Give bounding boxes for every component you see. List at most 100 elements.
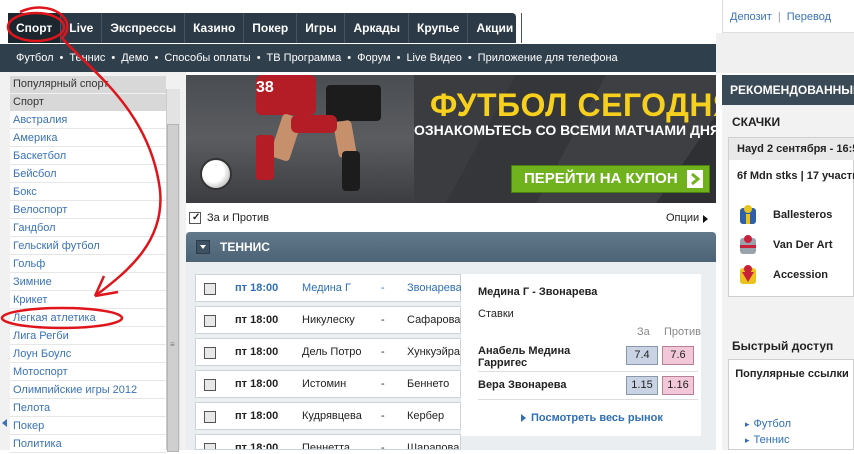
- match-time: пт 18:00: [235, 378, 279, 390]
- go-to-coupon-button[interactable]: ПЕРЕЙТИ НА КУПОН: [511, 165, 710, 193]
- tab-casino[interactable]: Казино: [185, 13, 245, 43]
- match-row[interactable]: пт 18:00 Кудрявцева - Кербер: [195, 402, 461, 430]
- runner-row[interactable]: Accession: [737, 264, 854, 288]
- quick-link-football[interactable]: ▸ Футбол: [745, 418, 791, 430]
- popular-links-header: Популярные ссылки: [735, 368, 849, 380]
- match-player-2: Сафарова: [407, 314, 461, 326]
- match-time: пт 18:00: [235, 282, 279, 294]
- odds-against-button[interactable]: 1.16: [662, 376, 694, 395]
- tab-live[interactable]: Live: [61, 13, 103, 43]
- race-header[interactable]: Hayd 2 сентября - 16:50: [729, 138, 854, 160]
- quick-link-tennis[interactable]: ▸ Теннис: [745, 434, 790, 446]
- deposit-link[interactable]: Депозит: [730, 11, 772, 23]
- odds-against-button[interactable]: 7.6: [662, 346, 694, 365]
- quick-access-box: Популярные ссылки ▸ Футбол ▸ Теннис: [728, 359, 854, 450]
- triangle-right-icon[interactable]: [703, 215, 708, 223]
- sub-navigation: Футбол • Теннис • Демо • Способы оплаты …: [0, 44, 716, 72]
- player-shorts: [291, 115, 337, 133]
- match-row[interactable]: пт 18:00 Истомин - Беннето: [195, 370, 461, 398]
- sport-item-olympics-2012[interactable]: Олимпийские игры 2012: [10, 381, 166, 399]
- match-checkbox[interactable]: [204, 443, 216, 449]
- subnav-phone-app[interactable]: Приложение для телефона: [478, 44, 618, 72]
- tab-games[interactable]: Игры: [297, 13, 346, 43]
- match-player-1: Истомин: [302, 378, 347, 390]
- match-row[interactable]: пт 18:00 Пеннетта - Шарапова: [195, 434, 461, 450]
- sport-item-america[interactable]: Америка: [10, 129, 166, 147]
- bullet-icon: ▸: [745, 435, 750, 445]
- match-time: пт 18:00: [235, 410, 279, 422]
- match-checkbox[interactable]: [204, 347, 216, 359]
- sport-item-rugby-league[interactable]: Лига Регби: [10, 327, 166, 345]
- match-row[interactable]: пт 18:00 Медина Г - Звонарева: [195, 274, 462, 302]
- subnav-football[interactable]: Футбол: [16, 44, 54, 72]
- sport-item-handball[interactable]: Гандбол: [10, 219, 166, 237]
- runner-name: Van Der Art: [773, 239, 833, 251]
- sidebar-scrollbar-thumb[interactable]: [167, 124, 179, 452]
- collapse-left-arrow-icon[interactable]: [2, 419, 7, 427]
- opponent-sock: [342, 151, 360, 191]
- runner-row[interactable]: Van Der Art: [737, 234, 854, 258]
- column-against-header: Против: [664, 326, 701, 338]
- tennis-header[interactable]: ТЕННИС: [186, 232, 716, 262]
- runner-row[interactable]: Ballesteros: [737, 204, 854, 228]
- match-row[interactable]: пт 18:00 Дель Потро - Хункуэйра: [195, 338, 461, 366]
- match-checkbox[interactable]: [204, 315, 216, 327]
- player-sock: [256, 135, 274, 180]
- subnav-tennis[interactable]: Теннис: [69, 44, 105, 72]
- subnav-separator: •: [59, 52, 64, 64]
- odds-for-button[interactable]: 7.4: [626, 346, 658, 365]
- bet-selection-name: Анабель Медина Гарригес: [478, 345, 571, 369]
- sport-item-baseball[interactable]: Бейсбол: [10, 165, 166, 183]
- sport-item-pelota[interactable]: Пелота: [10, 399, 166, 417]
- sport-item-winter[interactable]: Зимние: [10, 273, 166, 291]
- popular-sport-header[interactable]: Популярный спорт: [10, 76, 166, 93]
- odds-for-button[interactable]: 1.15: [626, 376, 658, 395]
- subnav-payment-methods[interactable]: Способы оплаты: [164, 44, 250, 72]
- subnav-tv-program[interactable]: ТВ Программа: [267, 44, 342, 72]
- sport-item-cricket[interactable]: Крикет: [10, 291, 166, 309]
- sport-item-basketball[interactable]: Баскетбол: [10, 147, 166, 165]
- tab-dealer[interactable]: Крупье: [409, 13, 469, 43]
- subnav-forum[interactable]: Форум: [357, 44, 390, 72]
- account-links: Депозит | Перевод: [730, 11, 831, 23]
- match-checkbox[interactable]: [204, 283, 216, 295]
- subnav-separator: •: [154, 52, 159, 64]
- match-dash: -: [381, 346, 385, 358]
- subnav-live-video[interactable]: Live Видео: [406, 44, 461, 72]
- banner-photo: 38: [186, 75, 414, 203]
- sport-item-gaelic-football[interactable]: Гельский футбол: [10, 237, 166, 255]
- subnav-demo[interactable]: Демо: [121, 44, 148, 72]
- pro-contra-checkbox[interactable]: ✓: [189, 212, 201, 224]
- tab-express[interactable]: Экспрессы: [102, 13, 186, 43]
- subnav-separator: •: [111, 52, 116, 64]
- collapse-toggle-icon[interactable]: [196, 240, 210, 254]
- sport-item-poker[interactable]: Покер: [10, 417, 166, 435]
- sport-item-lawn-bowls[interactable]: Лоун Боулс: [10, 345, 166, 363]
- options-menu[interactable]: Опции: [666, 212, 699, 224]
- tab-poker[interactable]: Покер: [244, 13, 298, 43]
- sport-item-golf[interactable]: Гольф: [10, 255, 166, 273]
- recommended-header: РЕКОМЕНДОВАННЫЕ: [722, 75, 854, 105]
- sport-item-athletics[interactable]: Легкая атлетика: [10, 309, 166, 327]
- tab-arcades[interactable]: Аркады: [345, 13, 409, 43]
- sport-item-cycling[interactable]: Велоспорт: [10, 201, 166, 219]
- match-checkbox[interactable]: [204, 411, 216, 423]
- tab-sport[interactable]: Спорт: [8, 13, 62, 43]
- sport-item-motorsport[interactable]: Мотоспорт: [10, 363, 166, 381]
- football-today-banner[interactable]: 38 ФУТБОЛ СЕГОДНЯ ОЗНАКОМЬТЕСЬ СО ВСЕМИ …: [186, 75, 716, 203]
- sport-list: Австралия Америка Баскетбол Бейсбол Бокс…: [10, 111, 166, 453]
- market-title: Медина Г - Звонарева: [478, 286, 598, 298]
- go-to-coupon-label: ПЕРЕЙТИ НА КУПОН: [524, 170, 678, 187]
- sport-item-australia[interactable]: Австралия: [10, 111, 166, 129]
- transfer-link[interactable]: Перевод: [787, 11, 831, 23]
- tab-promotions[interactable]: Акции: [468, 13, 523, 43]
- football-ball: [200, 158, 232, 190]
- sport-item-politics[interactable]: Политика: [10, 435, 166, 453]
- match-row[interactable]: пт 18:00 Никулеску - Сафарова: [195, 306, 461, 334]
- sport-item-boxing[interactable]: Бокс: [10, 183, 166, 201]
- bullet-icon: ▸: [745, 419, 750, 429]
- match-checkbox[interactable]: [204, 379, 216, 391]
- sport-sidebar: Популярный спорт Спорт Австралия Америка…: [0, 72, 186, 453]
- sport-header[interactable]: Спорт: [10, 94, 166, 111]
- view-full-market-link[interactable]: Посмотреть весь рынок: [531, 412, 663, 424]
